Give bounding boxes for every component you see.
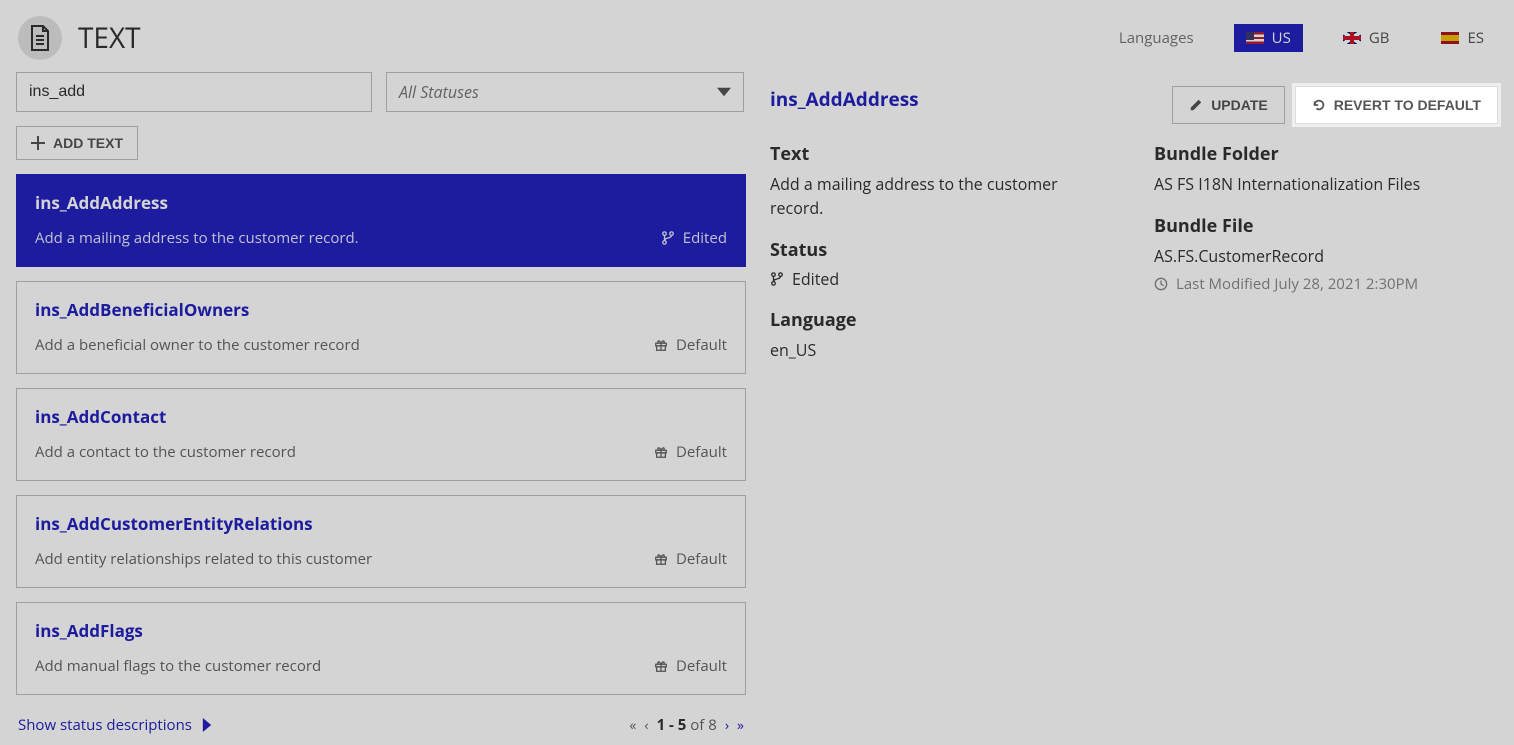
gift-icon (654, 552, 668, 566)
flag-es-icon (1441, 32, 1459, 44)
list-item-status: Edited (661, 228, 727, 248)
list-item-status: Default (654, 549, 727, 569)
detail-language-heading: Language (770, 308, 1114, 332)
detail-last-modified-text: Last Modified July 28, 2021 2:30PM (1176, 274, 1418, 294)
plus-icon (31, 136, 45, 150)
detail-status-value: Edited (770, 268, 839, 290)
detail-text-heading: Text (770, 142, 1114, 166)
detail-text-value: Add a mailing address to the customer re… (770, 172, 1114, 220)
text-list-item[interactable]: ins_AddBeneficialOwners Add a beneficial… (16, 281, 746, 374)
list-item-key: ins_AddCustomerEntityRelations (35, 512, 727, 535)
list-item-text: Add a mailing address to the customer re… (35, 228, 359, 248)
flag-us-icon (1246, 32, 1264, 44)
language-code: GB (1369, 28, 1390, 48)
gift-icon (654, 338, 668, 352)
update-label: UPDATE (1211, 97, 1268, 113)
update-button[interactable]: UPDATE (1172, 86, 1285, 124)
language-bar: Languages US GB ES (1119, 24, 1496, 52)
language-button-es[interactable]: ES (1429, 24, 1496, 52)
language-button-gb[interactable]: GB (1331, 24, 1402, 52)
detail-bundle-file-value: AS.FS.CustomerRecord (1154, 244, 1498, 268)
undo-icon (1312, 98, 1326, 112)
caret-down-icon (717, 85, 731, 99)
list-item-text: Add entity relationships related to this… (35, 549, 372, 569)
language-button-us[interactable]: US (1234, 24, 1303, 52)
revert-label: REVERT TO DEFAULT (1334, 97, 1481, 113)
list-item-status: Default (654, 335, 727, 355)
add-text-button[interactable]: ADD TEXT (16, 126, 138, 160)
show-status-descriptions-label: Show status descriptions (18, 715, 192, 735)
list-item-status: Default (654, 656, 727, 676)
detail-status-heading: Status (770, 238, 1114, 262)
list-item-status-text: Default (676, 442, 727, 462)
status-filter-select[interactable]: All Statuses (386, 72, 744, 112)
pager: « ‹ 1 - 5 of 8 › » (629, 715, 744, 735)
list-item-text: Add manual flags to the customer record (35, 656, 321, 676)
list-item-status-text: Default (676, 656, 727, 676)
list-item-status-text: Edited (683, 228, 727, 248)
pager-next-icon[interactable]: › (725, 716, 729, 735)
languages-label: Languages (1119, 28, 1194, 48)
detail-panel: ins_AddAddress UPDATE REVERT TO DEFAULT … (770, 72, 1498, 735)
show-status-descriptions-link[interactable]: Show status descriptions (18, 715, 214, 735)
language-code: US (1272, 28, 1291, 48)
list-item-text: Add a contact to the customer record (35, 442, 296, 462)
list-footer: Show status descriptions « ‹ 1 - 5 of 8 … (16, 709, 746, 735)
search-input[interactable] (16, 72, 372, 112)
pager-prev-icon[interactable]: ‹ (644, 716, 648, 735)
gift-icon (654, 445, 668, 459)
list-item-key: ins_AddContact (35, 405, 727, 428)
pencil-icon (1189, 98, 1203, 112)
branch-icon (770, 272, 784, 286)
detail-bundle-folder-value: AS FS I18N Internationalization Files (1154, 172, 1498, 196)
branch-icon (661, 231, 675, 245)
flag-gb-icon (1343, 32, 1361, 44)
detail-status-text: Edited (792, 268, 839, 290)
page-title: TEXT (78, 19, 141, 57)
add-text-label: ADD TEXT (53, 135, 123, 151)
text-list-item[interactable]: ins_AddCustomerEntityRelations Add entit… (16, 495, 746, 588)
gift-icon (654, 659, 668, 673)
caret-right-icon (200, 718, 214, 732)
list-item-text: Add a beneficial owner to the customer r… (35, 335, 360, 355)
pager-first-icon[interactable]: « (629, 716, 636, 735)
list-item-status-text: Default (676, 549, 727, 569)
detail-bundle-folder-heading: Bundle Folder (1154, 142, 1498, 166)
clock-icon (1154, 277, 1168, 291)
left-column: All Statuses ADD TEXT ins_AddAddress Add… (16, 72, 746, 735)
detail-title: ins_AddAddress (770, 86, 919, 112)
detail-language-value: en_US (770, 338, 1114, 362)
status-filter-placeholder: All Statuses (399, 81, 479, 103)
list-item-key: ins_AddAddress (35, 191, 727, 214)
detail-last-modified: Last Modified July 28, 2021 2:30PM (1154, 274, 1418, 294)
pager-range: 1 - 5 of 8 (657, 715, 717, 735)
revert-to-default-button[interactable]: REVERT TO DEFAULT (1295, 86, 1498, 124)
document-icon (18, 16, 62, 60)
list-item-status-text: Default (676, 335, 727, 355)
text-list-item[interactable]: ins_AddAddress Add a mailing address to … (16, 174, 746, 267)
language-code: ES (1467, 28, 1484, 48)
text-list-item[interactable]: ins_AddFlags Add manual flags to the cus… (16, 602, 746, 695)
text-list-item[interactable]: ins_AddContact Add a contact to the cust… (16, 388, 746, 481)
list-item-status: Default (654, 442, 727, 462)
list-item-key: ins_AddFlags (35, 619, 727, 642)
pager-last-icon[interactable]: » (737, 716, 744, 735)
page-header: TEXT Languages US GB ES (0, 0, 1514, 72)
list-item-key: ins_AddBeneficialOwners (35, 298, 727, 321)
detail-bundle-file-heading: Bundle File (1154, 214, 1498, 238)
